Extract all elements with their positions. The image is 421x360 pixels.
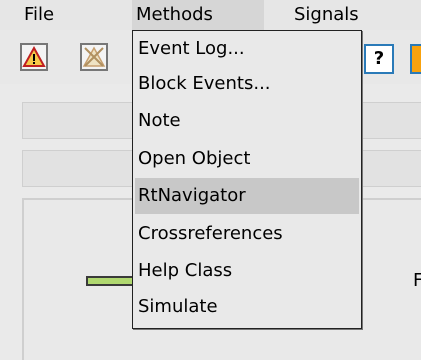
menu-bar: File Methods Signals: [0, 0, 421, 30]
warning-icon: [22, 45, 46, 67]
partial-label: F: [413, 270, 421, 291]
clear-warning-button[interactable]: [80, 43, 108, 71]
orange-tool-button[interactable]: [410, 44, 421, 74]
menu-item-block-events[interactable]: Block Events...: [135, 66, 359, 102]
menu-item-help-class[interactable]: Help Class: [135, 253, 359, 289]
help-button[interactable]: ?: [364, 44, 394, 74]
menu-item-simulate[interactable]: Simulate: [135, 289, 359, 325]
menu-file[interactable]: File: [20, 0, 58, 30]
menu-signals[interactable]: Signals: [290, 0, 363, 30]
menu-item-note[interactable]: Note: [135, 103, 359, 139]
menu-methods[interactable]: Methods: [132, 0, 264, 30]
menu-item-event-log[interactable]: Event Log...: [135, 31, 359, 67]
green-object-bar[interactable]: [86, 276, 134, 286]
menu-item-crossreferences[interactable]: Crossreferences: [135, 216, 359, 252]
menu-item-rtnavigator[interactable]: RtNavigator: [135, 178, 359, 214]
methods-dropdown: Event Log... Block Events... Note Open O…: [132, 30, 362, 329]
warning-off-icon: [82, 46, 106, 67]
warning-button[interactable]: [20, 43, 48, 71]
menu-item-open-object[interactable]: Open Object: [135, 141, 359, 177]
